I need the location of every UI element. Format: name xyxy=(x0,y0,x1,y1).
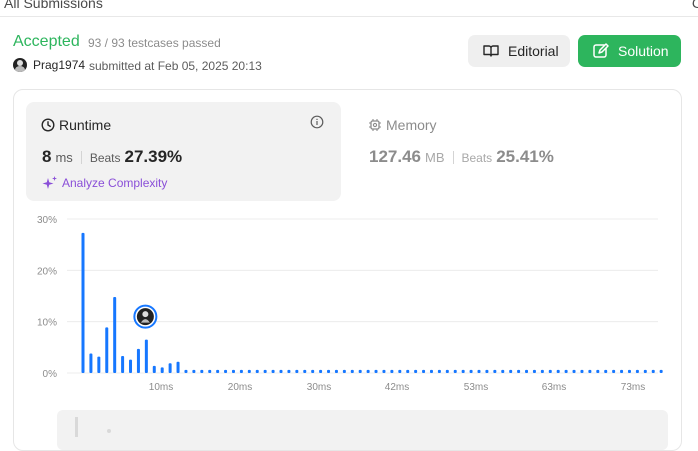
submitted-time: submitted at Feb 05, 2025 20:13 xyxy=(89,59,262,73)
runtime-heading: Runtime xyxy=(41,117,111,133)
chip-icon xyxy=(369,119,381,131)
editorial-label: Editorial xyxy=(508,43,559,59)
runtime-value: 8 xyxy=(42,147,52,166)
runtime-value-row: 8 ms Beats 27.39% xyxy=(42,147,182,167)
analyze-label: Analyze Complexity xyxy=(62,176,168,190)
memory-label: Memory xyxy=(386,117,437,133)
info-icon[interactable] xyxy=(310,115,324,129)
clock-icon xyxy=(41,118,55,132)
corner-label[interactable]: C xyxy=(692,0,698,11)
status-accepted: Accepted xyxy=(13,33,80,50)
testcases-passed: 93 / 93 testcases passed xyxy=(88,36,221,50)
solution-button[interactable]: Solution xyxy=(578,35,681,67)
edit-icon xyxy=(593,43,609,58)
editorial-button[interactable]: Editorial xyxy=(468,35,570,67)
analyze-complexity-button[interactable]: Analyze Complexity xyxy=(42,175,167,191)
runtime-beats-label: Beats xyxy=(89,151,121,165)
all-submissions-link[interactable]: All Submissions xyxy=(4,0,103,11)
divider xyxy=(452,150,454,164)
sparkle-icon xyxy=(42,176,57,189)
avatar[interactable] xyxy=(13,58,27,72)
memory-unit: MB xyxy=(425,150,445,165)
top-bar: All Submissions C xyxy=(0,0,698,17)
memory-value: 127.46 xyxy=(369,147,421,166)
memory-heading[interactable]: Memory xyxy=(368,117,437,133)
username[interactable]: Prag1974 xyxy=(33,58,85,72)
divider xyxy=(80,150,82,164)
runtime-label: Runtime xyxy=(59,117,112,133)
runtime-beats-value: 27.39% xyxy=(124,147,183,166)
memory-beats-value: 25.41% xyxy=(496,147,554,166)
book-icon xyxy=(483,45,499,57)
memory-beats-label: Beats xyxy=(461,151,493,165)
solution-label: Solution xyxy=(618,43,669,59)
code-panel xyxy=(57,410,668,450)
memory-value-row: 127.46 MB Beats 25.41% xyxy=(369,147,554,167)
code-dot xyxy=(107,429,111,433)
code-line-marker xyxy=(75,417,78,437)
runtime-unit: ms xyxy=(55,150,73,165)
